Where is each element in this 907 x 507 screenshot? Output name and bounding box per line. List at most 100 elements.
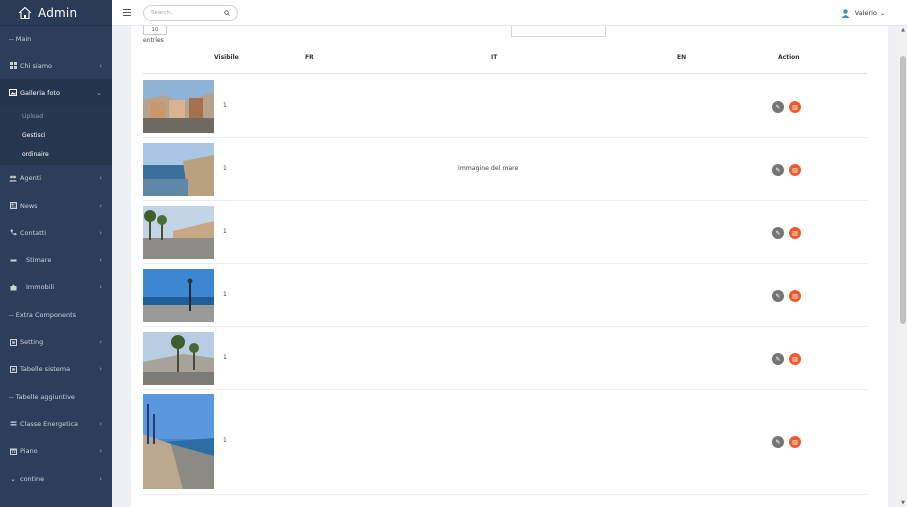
photo-thumbnail[interactable]: [143, 206, 214, 259]
sidebar-item-label: Contatti: [20, 228, 47, 237]
pencil-icon: ✎: [775, 166, 781, 174]
table-row: 1 ✎ ▥: [143, 265, 867, 327]
users-icon: [9, 175, 17, 182]
grid-icon: [9, 62, 17, 70]
table-row: 1 ✎ ▥: [143, 328, 867, 390]
sidebar-item-classe-energetica[interactable]: Classe Energetica ›: [0, 410, 112, 437]
chevron-right-icon: ›: [99, 474, 102, 483]
user-menu[interactable]: Valerio ⌄: [841, 0, 885, 26]
sidebar-item-label: Stimare: [26, 256, 52, 265]
submenu-item-ordinaire[interactable]: ordinaire: [0, 145, 112, 165]
sidebar-item-piano[interactable]: Piano ›: [0, 438, 112, 465]
sidebar-item-label: Immobili: [26, 283, 55, 292]
search-icon[interactable]: [224, 9, 230, 16]
sidebar-section-tabelle-aggiuntive: -- Tabelle aggiuntive: [0, 383, 112, 410]
sidebar-item-agenti[interactable]: Agenti ›: [0, 165, 112, 192]
submenu-item-gestisci[interactable]: Gestisci: [0, 126, 112, 145]
page-scrollbar[interactable]: ▲ ▼: [899, 26, 907, 507]
scroll-down-arrow-icon[interactable]: ▼: [899, 499, 907, 507]
chevron-right-icon: ›: [99, 61, 102, 70]
row-visible-value: 1: [223, 165, 227, 172]
delete-button[interactable]: ▥: [789, 290, 801, 302]
edit-button[interactable]: ✎: [772, 436, 784, 448]
sidebar-item-label: contine: [20, 474, 45, 483]
sidebar-item-news[interactable]: News ›: [0, 192, 112, 219]
submenu-label: Gestisci: [22, 131, 46, 139]
column-header-it[interactable]: IT: [491, 54, 497, 61]
sidebar-section-main: -- Main: [0, 26, 112, 52]
sidebar-item-contatti[interactable]: Contatti ›: [0, 219, 112, 246]
puzzle-icon: [9, 284, 17, 291]
edit-button[interactable]: ✎: [772, 164, 784, 176]
edit-button[interactable]: ✎: [772, 227, 784, 239]
sidebar-item-label: Chi siamo: [20, 61, 53, 70]
calendar-icon: [9, 448, 17, 455]
galleria-submenu: Upload Gestisci ordinaire: [0, 106, 112, 165]
chevron-down-icon: ⌄: [96, 88, 102, 97]
edit-button[interactable]: ✎: [772, 101, 784, 113]
photo-thumbnail[interactable]: [143, 332, 214, 385]
delete-button[interactable]: ▥: [789, 436, 801, 448]
pencil-icon: ✎: [775, 355, 781, 363]
row-it-caption: immagine del mare: [458, 165, 519, 172]
delete-button[interactable]: ▥: [789, 353, 801, 365]
row-visible-value: 1: [223, 102, 227, 109]
image-icon: [9, 89, 17, 97]
pencil-icon: ✎: [775, 438, 781, 446]
delete-button[interactable]: ▥: [789, 101, 801, 113]
photo-thumbnail[interactable]: [143, 143, 214, 196]
photo-thumbnail[interactable]: [143, 394, 214, 489]
search-box[interactable]: Search..: [143, 4, 238, 21]
submenu-label: Upload: [22, 112, 44, 120]
photo-thumbnail[interactable]: [143, 269, 214, 322]
row-visible-value: 1: [223, 228, 227, 235]
table-header: Visibile FR IT EN Action: [143, 48, 867, 74]
square-icon: [9, 338, 17, 346]
sidebar-item-label: -- Tabelle aggiuntive: [9, 392, 75, 401]
chevron-right-icon: ›: [99, 201, 102, 210]
table-row: 1 ✎ ▥: [143, 202, 867, 264]
trash-icon: ▥: [792, 355, 798, 363]
minus-icon: [9, 257, 17, 264]
column-header-visibile[interactable]: Visibile: [214, 54, 239, 61]
sidebar-item-chi-siamo[interactable]: Chi siamo ›: [0, 52, 112, 79]
brand[interactable]: Admin: [0, 0, 112, 26]
chevron-right-icon: ›: [99, 256, 102, 265]
submenu-item-upload[interactable]: Upload: [0, 107, 112, 126]
trash-icon: ▥: [792, 292, 798, 300]
edit-button[interactable]: ✎: [772, 353, 784, 365]
column-header-en[interactable]: EN: [677, 54, 686, 61]
entries-label: entries: [143, 37, 164, 44]
sidebar-item-galleria-foto[interactable]: Galleria foto ⌄: [0, 79, 112, 107]
sidebar-item-contine[interactable]: ⌄ contine ›: [0, 465, 112, 492]
newspaper-icon: [9, 202, 17, 210]
scroll-up-arrow-icon[interactable]: ▲: [899, 26, 907, 34]
trash-icon: ▥: [792, 229, 798, 237]
sidebar-item-tabelle-sistema[interactable]: Tabelle sistema ›: [0, 356, 112, 383]
row-visible-value: 1: [223, 354, 227, 361]
hamburger-icon[interactable]: [123, 9, 131, 16]
topbar: Search.. Valerio ⌄: [112, 0, 907, 26]
edit-button[interactable]: ✎: [772, 290, 784, 302]
pencil-icon: ✎: [775, 103, 781, 111]
column-header-fr[interactable]: FR: [305, 54, 314, 61]
table-filter-input[interactable]: [511, 26, 606, 37]
chevron-right-icon: ›: [99, 419, 102, 428]
row-visible-value: 1: [223, 291, 227, 298]
delete-button[interactable]: ▥: [789, 164, 801, 176]
search-input[interactable]: Search..: [151, 10, 173, 16]
delete-button[interactable]: ▥: [789, 227, 801, 239]
sidebar-item-label: -- Main: [9, 35, 32, 43]
photo-thumbnail[interactable]: [143, 80, 214, 133]
entries-length-select[interactable]: 10: [143, 26, 167, 35]
pencil-icon: ✎: [775, 292, 781, 300]
user-name: Valerio: [854, 9, 877, 17]
sidebar-item-stimare[interactable]: Stimare ›: [0, 246, 112, 273]
sidebar-item-label: Tabelle sistema: [20, 365, 71, 374]
sidebar-item-immobili[interactable]: Immobili ›: [0, 274, 112, 301]
scrollbar-thumb[interactable]: [900, 56, 906, 324]
chevron-right-icon: ›: [99, 174, 102, 183]
chevron-down-icon: ⌄: [879, 9, 885, 17]
sidebar-item-label: Galleria foto: [20, 88, 60, 97]
sidebar-item-setting[interactable]: Setting ›: [0, 328, 112, 355]
